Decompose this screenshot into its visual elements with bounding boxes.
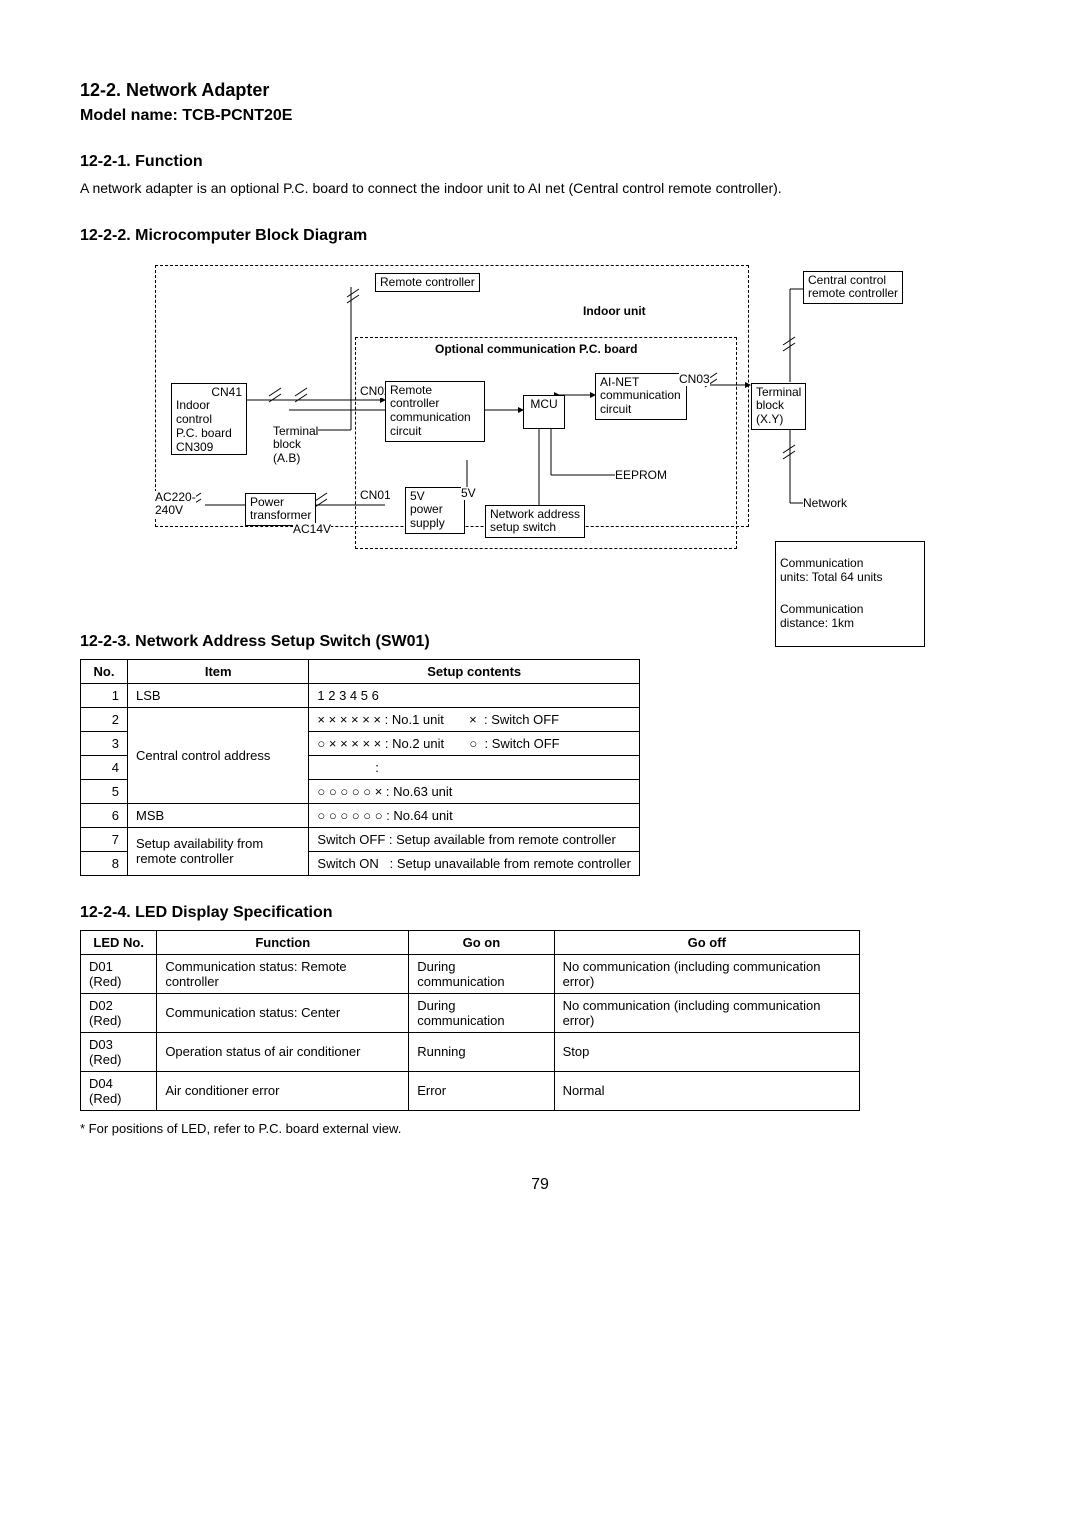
table-row: D04 (Red)Air conditioner errorErrorNorma… bbox=[81, 1071, 860, 1110]
th-contents: Setup contents bbox=[309, 659, 640, 683]
table-row: D01 (Red)Communication status: Remote co… bbox=[81, 954, 860, 993]
mcu-box: MCU bbox=[523, 395, 565, 429]
cn41-label: CN41 bbox=[176, 386, 242, 400]
cn309-label: CN309 bbox=[176, 441, 242, 455]
central-controller-box: Central control remote controller bbox=[803, 271, 903, 305]
led-note: * For positions of LED, refer to P.C. bo… bbox=[80, 1121, 1000, 1136]
table-row: 2Central control address× × × × × × : No… bbox=[81, 707, 640, 731]
indoor-unit-label: Indoor unit bbox=[583, 305, 646, 319]
ainet-box: AI-NET communication circuit bbox=[595, 373, 687, 420]
optional-pcb-label: Optional communication P.C. board bbox=[435, 343, 637, 357]
table-header-row: LED No. Function Go on Go off bbox=[81, 930, 860, 954]
model-name: Model name: TCB-PCNT20E bbox=[80, 107, 1000, 125]
table-row: 7Setup availability from remote controll… bbox=[81, 827, 640, 851]
table-header-row: No. Item Setup contents bbox=[81, 659, 640, 683]
comm-dist-text: Communication distance: 1km bbox=[780, 603, 920, 631]
network-label: Network bbox=[803, 497, 847, 511]
remote-controller-box: Remote controller bbox=[375, 273, 480, 293]
table-row: D02 (Red)Communication status: CenterDur… bbox=[81, 993, 860, 1032]
section-title: 12-2. Network Adapter bbox=[80, 80, 1000, 101]
th-no: No. bbox=[81, 659, 128, 683]
comm-spec-box: Communication units: Total 64 units Comm… bbox=[775, 541, 925, 648]
rc-comm-box: Remote controller communication circuit bbox=[385, 381, 485, 442]
terminal-ab-label: Terminal block (A.B) bbox=[273, 425, 318, 466]
ac220-label: AC220- 240V bbox=[155, 491, 196, 519]
ac14v-label: AC14V bbox=[293, 523, 331, 537]
block-diagram: Remote controller Indoor unit Optional c… bbox=[155, 265, 925, 605]
cn01-label: CN01 bbox=[360, 489, 391, 503]
psu-5v-label: 5V bbox=[461, 487, 476, 501]
terminal-xy-box: Terminal block (X.Y) bbox=[751, 383, 806, 430]
indoor-control-board-box: CN41 Indoor control P.C. board CN309 bbox=[171, 383, 247, 455]
th-item: Item bbox=[128, 659, 309, 683]
indoor-control-text: Indoor control P.C. board bbox=[176, 398, 232, 440]
eeprom-label: EEPROM bbox=[615, 469, 667, 483]
table-row: 1LSB1 2 3 4 5 6 bbox=[81, 683, 640, 707]
psu-box: 5V power supply bbox=[405, 487, 465, 534]
page-number: 79 bbox=[80, 1176, 1000, 1194]
table-row: D03 (Red)Operation status of air conditi… bbox=[81, 1032, 860, 1071]
subsection-diagram: 12-2-2. Microcomputer Block Diagram bbox=[80, 227, 1000, 245]
function-text: A network adapter is an optional P.C. bo… bbox=[80, 179, 1000, 199]
subsection-function: 12-2-1. Function bbox=[80, 153, 1000, 171]
subsection-led: 12-2-4. LED Display Specification bbox=[80, 904, 1000, 922]
comm-units-text: Communication units: Total 64 units bbox=[780, 557, 920, 585]
net-addr-box: Network address setup switch bbox=[485, 505, 585, 539]
cn03-label: CN03 bbox=[679, 373, 710, 387]
sw01-table: No. Item Setup contents 1LSB1 2 3 4 5 6 … bbox=[80, 659, 640, 876]
table-row: 6MSB○ ○ ○ ○ ○ ○ : No.64 unit bbox=[81, 803, 640, 827]
led-table: LED No. Function Go on Go off D01 (Red)C… bbox=[80, 930, 860, 1111]
